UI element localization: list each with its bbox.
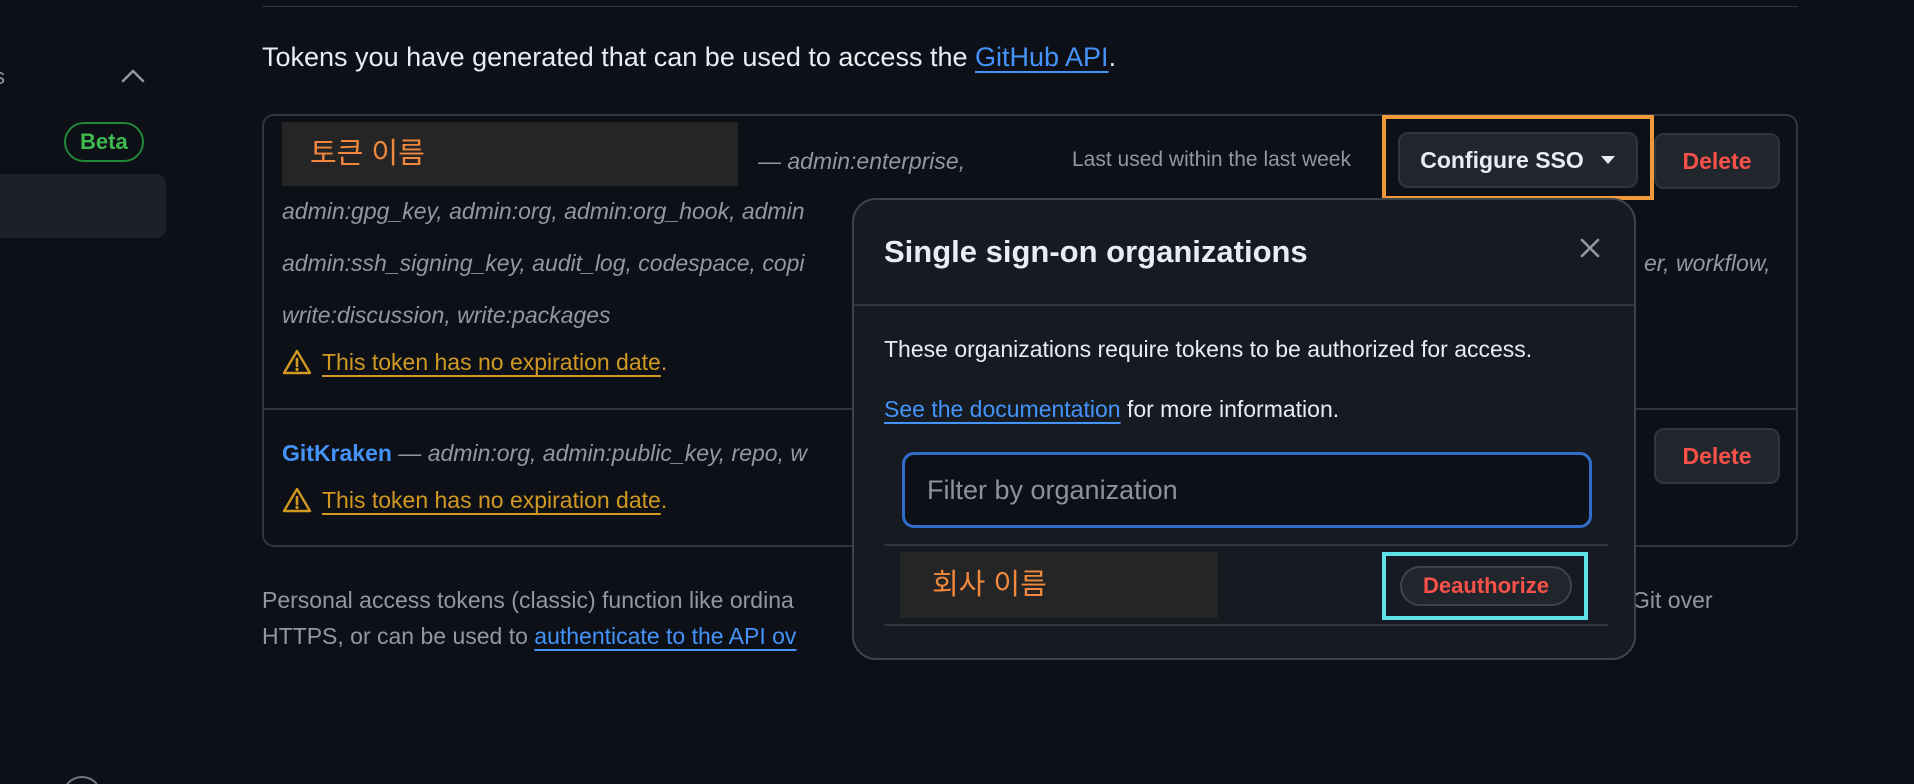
configure-sso-label: Configure SSO	[1420, 146, 1584, 173]
deauthorize-button[interactable]: Deauthorize	[1400, 566, 1572, 606]
organization-name-redacted: 회사 이름	[900, 552, 1218, 618]
token-scopes: admin:gpg_key, admin:org, admin:org_hook…	[282, 198, 805, 224]
token-last-used: Last used within the last week	[1072, 148, 1351, 171]
org-list-divider	[884, 544, 1608, 546]
expiry-warning-period: .	[660, 348, 668, 375]
token-scopes: — admin:org, admin:public_key, repo, w	[391, 440, 807, 466]
tokens-intro: Tokens you have generated that can be us…	[262, 42, 1116, 73]
popover-divider	[854, 304, 1634, 306]
classic-tokens-note: Personal access tokens (classic) functio…	[262, 582, 796, 654]
intro-text: Tokens you have generated that can be us…	[262, 42, 975, 72]
delete-button[interactable]: Delete	[1654, 133, 1780, 189]
footer-line1: Personal access tokens (classic) functio…	[262, 587, 794, 613]
sidebar-item-label: s	[0, 64, 5, 90]
expiry-warning-text[interactable]: This token has no expiration date	[322, 349, 661, 375]
footer-line1-tail: Git over	[1632, 587, 1713, 613]
token-name-redacted[interactable]: 토큰 이름	[282, 122, 738, 186]
popover-title: Single sign-on organizations	[884, 234, 1308, 269]
popover-description: These organizations require tokens to be…	[884, 336, 1533, 362]
chevron-up-icon[interactable]	[120, 66, 146, 84]
doc-tail: for more information.	[1120, 396, 1340, 422]
caret-down-icon	[1600, 156, 1615, 164]
close-icon[interactable]	[1576, 234, 1604, 262]
token-expiry-warning: This token has no expiration date.	[282, 348, 667, 376]
popover-doc-line: See the documentation for more informati…	[884, 396, 1339, 423]
sidebar-item-active[interactable]	[0, 174, 166, 238]
expiry-warning-period: .	[660, 486, 668, 513]
intro-period: .	[1108, 42, 1117, 72]
token-scopes: — admin:enterprise,	[758, 148, 966, 174]
token-expiry-warning: This token has no expiration date.	[282, 486, 667, 514]
authenticate-api-link[interactable]: authenticate to the API ov	[534, 623, 796, 649]
alert-icon	[282, 487, 312, 513]
github-api-link[interactable]: GitHub API	[975, 42, 1109, 72]
avatar[interactable]	[62, 776, 102, 784]
documentation-link[interactable]: See the documentation	[884, 396, 1121, 422]
token-name-link[interactable]: GitKraken	[282, 440, 392, 466]
token-scopes: write:discussion, write:packages	[282, 302, 611, 328]
expiry-warning-text[interactable]: This token has no expiration date	[322, 487, 661, 513]
top-divider	[262, 6, 1798, 7]
configure-sso-button[interactable]: Configure SSO	[1398, 132, 1638, 188]
token-scopes: admin:ssh_signing_key, audit_log, codesp…	[282, 250, 805, 276]
delete-button[interactable]: Delete	[1654, 428, 1780, 484]
filter-organization-input[interactable]	[902, 452, 1592, 528]
org-list-divider	[884, 624, 1608, 626]
beta-badge: Beta	[64, 122, 144, 162]
token-scopes: er, workflow,	[1644, 250, 1771, 276]
footer-line2: HTTPS, or can be used to	[262, 623, 535, 649]
sso-popover: Single sign-on organizations These organ…	[852, 198, 1636, 660]
token-row-gitkraken: GitKraken — admin:org, admin:public_key,…	[282, 440, 807, 467]
alert-icon	[282, 349, 312, 375]
